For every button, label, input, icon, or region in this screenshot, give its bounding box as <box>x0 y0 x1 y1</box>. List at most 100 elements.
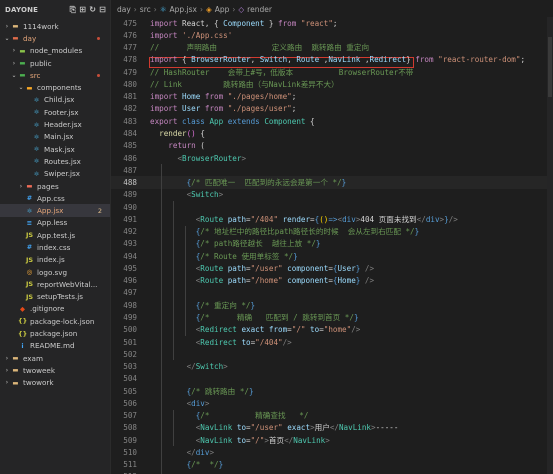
breadcrumb-item[interactable]: day <box>117 5 131 14</box>
code-line[interactable]: 488 {/* 匹配唯一 匹配到的永远会是第一个 */} <box>111 176 553 189</box>
code-line[interactable]: 489 <Switch> <box>111 188 553 201</box>
tree-file[interactable]: # App.css <box>0 192 110 204</box>
code-editor[interactable]: day › src › ⚛ App.jsx › ◈ App › ◇ render 475 import … <box>111 0 553 474</box>
tree-file[interactable]: ◎ logo.svg <box>0 266 110 278</box>
line-number: 491 <box>123 214 137 224</box>
code-line[interactable]: 511 {/* */} <box>111 458 553 471</box>
code-line[interactable]: 476 import './App.css' <box>111 29 553 41</box>
code-line[interactable]: 510 </div> <box>111 446 553 459</box>
code-line[interactable]: 497 <box>111 286 553 300</box>
tree-folder[interactable]: › ▬ twoweek <box>0 364 110 376</box>
collapse-icon[interactable]: ⊟ <box>99 6 106 14</box>
tree-file[interactable]: ⚛ App.jsx 2 <box>0 204 110 217</box>
tree-file[interactable]: ⚛ Main.jsx <box>0 131 110 143</box>
file-type-icon: {} <box>18 329 28 338</box>
tree-file[interactable]: ⚛ Child.jsx <box>0 94 110 106</box>
code-token: , <box>360 55 370 65</box>
tree-file[interactable]: {} package.json <box>0 327 110 339</box>
tree-folder[interactable]: › ▬ public <box>0 57 110 69</box>
tree-folder[interactable]: › ▬ twowork <box>0 377 110 389</box>
code-line[interactable]: 483 export class App extends Component { <box>111 115 553 127</box>
code-line[interactable]: 492 {/* 地址栏中的路径比path路径长的时候 会从左到右匹配 */} <box>111 225 553 238</box>
tree-file[interactable]: ◆ .gitignore <box>0 303 110 315</box>
code-line[interactable]: 506 <div> <box>111 397 553 410</box>
new-file-icon[interactable]: ⎘ <box>70 6 77 14</box>
code-line[interactable]: 480 // Link 跳转路由（与NavLink差异不大） <box>111 78 553 90</box>
tree-file[interactable]: JS setupTests.js <box>0 291 110 303</box>
code-line[interactable]: 485 return ( <box>111 140 553 152</box>
tree-file[interactable]: ⚛ Mask.jsx <box>0 143 110 155</box>
code-line[interactable]: 498 {/* 重定向 */} <box>111 299 553 312</box>
tree-file[interactable]: ⚛ Routes.jsx <box>0 155 110 167</box>
code-line[interactable]: 475 import React, { Component } from "rea… <box>111 17 553 29</box>
tree-folder[interactable]: ⌄ ▬ components <box>0 81 110 93</box>
code-line[interactable]: 499 {/* 精确 匹配到 / 跳转到首页 */} <box>111 311 553 324</box>
code-line[interactable]: 477 // 声明路由 定义路由 跳转路由 重定向 <box>111 42 553 54</box>
minimap-slider[interactable] <box>548 37 552 97</box>
tree-folder[interactable]: › ▬ pages <box>0 180 110 192</box>
line-number: 505 <box>123 386 137 396</box>
code-token: /* 地址栏中的路径比path路径长的时候 会从左到右匹配 */ <box>200 227 415 237</box>
indent-guide <box>161 262 162 275</box>
code-line[interactable]: 503 </Switch> <box>111 360 553 373</box>
code-line[interactable]: 486 <BrowserRouter> <box>111 152 553 164</box>
code-line[interactable]: 479 // HashRouter 会带上#号，低版本 BrowserRouter… <box>111 66 553 78</box>
indent-guide <box>161 286 162 300</box>
breadcrumb-item[interactable]: render <box>247 5 272 14</box>
tree-file[interactable]: ⚛ Header.jsx <box>0 118 110 130</box>
code-line[interactable]: 496 <Route path="/home" component={Home}… <box>111 274 553 287</box>
code-line[interactable]: 508 <NavLink to="/user" exact>用户</NavLin… <box>111 421 553 435</box>
code-line[interactable]: 491 <Route path="/404" render={()=><div>… <box>111 213 553 226</box>
tree-file[interactable]: JS reportWebVital... <box>0 278 110 290</box>
tree-folder[interactable]: ⌄ ▬ day <box>0 32 110 44</box>
code-line[interactable]: 502 <box>111 348 553 361</box>
chevron-right-icon: › <box>5 22 9 30</box>
code-line[interactable]: 482 import User from "./pages/user"; <box>111 103 553 115</box>
code-line[interactable]: 507 {/* 精确查找 */ <box>111 409 553 422</box>
code-line[interactable]: 509 <NavLink to="/">首页</NavLink> <box>111 434 553 447</box>
code-area[interactable]: 475 import React, { Component } from "rea… <box>111 17 553 474</box>
tree-item-label: .gitignore <box>30 304 65 314</box>
tree-file[interactable]: # index.css <box>0 241 110 253</box>
breadcrumb-item[interactable]: App <box>215 5 230 14</box>
code-line[interactable]: 495 <Route path="/user" component={User}… <box>111 262 553 275</box>
file-type-icon: JS <box>25 231 34 240</box>
code-line[interactable]: 484 render() { <box>111 127 553 139</box>
code-line[interactable]: 500 <Redirect exact from="/" to="home"/> <box>111 323 553 336</box>
tree-file[interactable]: ≡ App.less <box>0 217 110 229</box>
tree-file[interactable]: i README.md <box>0 340 110 352</box>
tree-folder[interactable]: ⌄ ▬ src <box>0 69 110 81</box>
new-folder-icon[interactable]: ⊞ <box>79 6 86 14</box>
code-line[interactable]: 490 <box>111 200 553 214</box>
indent-guide <box>173 434 174 447</box>
code-line[interactable]: 501 <Redirect to="/404"/> <box>111 335 553 349</box>
code-line[interactable]: 504 <box>111 372 553 385</box>
code-line[interactable]: 494 {/* Route 使用单标签 */} <box>111 250 553 263</box>
line-number: 502 <box>123 349 137 359</box>
code-token: export <box>150 116 178 126</box>
minimap[interactable] <box>547 17 553 474</box>
indent-guide <box>173 286 174 300</box>
tree-file[interactable]: JS App.test.js <box>0 229 110 241</box>
refresh-icon[interactable]: ↻ <box>89 6 96 14</box>
tree-file[interactable]: ⚛ Footer.jsx <box>0 106 110 118</box>
tree-file[interactable]: {} package-lock.json <box>0 315 110 327</box>
tree-file[interactable]: JS index.js <box>0 254 110 266</box>
breadcrumb-item[interactable]: App.jsx <box>169 5 196 14</box>
tree-folder[interactable]: › ▬ node_modules <box>0 45 110 57</box>
code-token: NavLink <box>200 423 233 433</box>
tree-folder[interactable]: › ▬ 1114work <box>0 20 110 32</box>
code-line[interactable]: 493 {/* path路径越长 越往上放 */} <box>111 237 553 251</box>
tree-item-label: App.test.js <box>37 230 76 240</box>
code-token: from <box>415 55 434 65</box>
code-token: to <box>305 325 320 335</box>
breadcrumb-item[interactable]: src <box>140 5 151 14</box>
tree-file[interactable]: ⚛ Swiper.jsx <box>0 168 110 180</box>
code-line[interactable]: 481 import Home from "./pages/home"; <box>111 91 553 103</box>
code-line[interactable]: 487 <box>111 164 553 177</box>
code-line[interactable]: 505 {/* 跳转路由 */} <box>111 384 553 398</box>
tree-folder[interactable]: › ▬ exam <box>0 352 110 364</box>
code-token: Component <box>259 116 306 126</box>
code-line[interactable]: 478 import { BrowserRouter, Switch, Route… <box>111 54 553 66</box>
